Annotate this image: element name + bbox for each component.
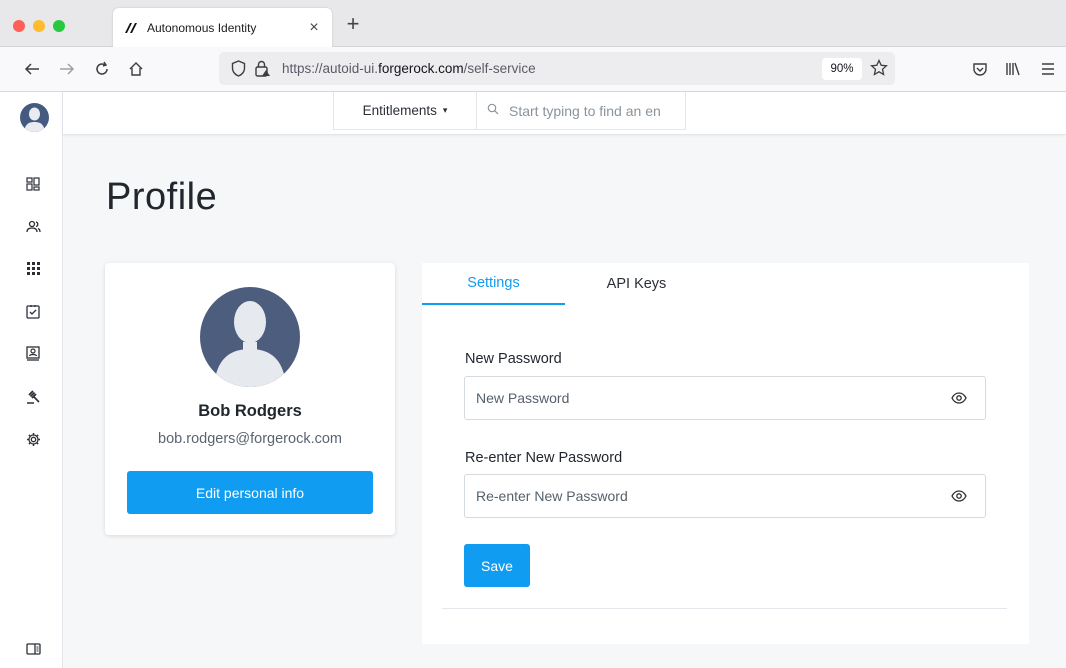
new-password-label: New Password (465, 351, 562, 367)
profile-avatar (200, 287, 300, 387)
app-topbar: Entitlements ▾ (63, 92, 1066, 135)
address-bar[interactable]: https://autoid-ui.forgerock.com/self-ser… (219, 52, 895, 85)
reload-icon[interactable] (90, 57, 114, 81)
apps-icon[interactable] (24, 259, 42, 277)
bookmark-star-icon[interactable] (870, 58, 888, 82)
close-tab-icon[interactable]: × (306, 19, 322, 37)
rules-gavel-icon[interactable] (24, 387, 42, 405)
url-domain: forgerock.com (378, 61, 464, 76)
tab-strip: Autonomous Identity × + (0, 0, 1066, 47)
library-icon[interactable] (1001, 57, 1025, 81)
tab-api-keys[interactable]: API Keys (565, 263, 708, 305)
caret-down-icon: ▾ (442, 105, 448, 115)
back-icon[interactable] (20, 57, 44, 81)
url-text[interactable]: https://autoid-ui.forgerock.com/self-ser… (282, 61, 536, 76)
new-password-input[interactable] (476, 390, 936, 406)
pocket-icon[interactable] (968, 57, 992, 81)
forward-icon[interactable] (55, 57, 79, 81)
navigation-bar: https://autoid-ui.forgerock.com/self-ser… (0, 47, 1066, 92)
panel-toggle-icon[interactable] (24, 640, 42, 658)
settings-card: Settings API Keys New Password Re-enter … (422, 263, 1029, 644)
home-icon[interactable] (124, 57, 148, 81)
entity-search[interactable] (477, 92, 686, 130)
dashboard-icon[interactable] (24, 175, 42, 193)
reenter-password-field[interactable] (464, 474, 986, 518)
entity-type-label: Entitlements (362, 103, 437, 118)
tab-title: Autonomous Identity (147, 20, 257, 35)
browser-window: Autonomous Identity × + https://autoid-u… (0, 0, 1066, 668)
show-reenter-password-eye-icon[interactable] (951, 489, 967, 503)
url-prefix: https://autoid-ui. (282, 61, 379, 76)
lock-icon[interactable] (254, 60, 271, 82)
profile-name: Bob Rodgers (198, 402, 302, 420)
search-icon (487, 102, 499, 120)
zoom-level-badge[interactable]: 90% (822, 58, 862, 80)
save-button[interactable]: Save (464, 544, 530, 587)
profile-email: bob.rodgers@forgerock.com (158, 431, 342, 447)
entity-type-dropdown[interactable]: Entitlements ▾ (333, 92, 477, 130)
reenter-password-label: Re-enter New Password (465, 450, 623, 466)
form-divider (442, 608, 1007, 609)
show-password-eye-icon[interactable] (951, 391, 967, 405)
close-window-button[interactable] (13, 20, 25, 32)
reenter-password-input[interactable] (476, 488, 936, 504)
identities-icon[interactable] (24, 344, 42, 362)
app-sidebar (0, 92, 63, 668)
new-password-field[interactable] (464, 376, 986, 420)
browser-tab[interactable]: Autonomous Identity × (113, 8, 332, 47)
tasks-icon[interactable] (24, 302, 42, 320)
profile-card: Bob Rodgers bob.rodgers@forgerock.com Ed… (105, 263, 395, 535)
page-title: Profile (106, 176, 218, 218)
new-tab-button[interactable]: + (343, 13, 363, 35)
url-path: /self-service (463, 61, 536, 76)
users-icon[interactable] (24, 217, 42, 235)
forgerock-logo-icon (123, 20, 139, 36)
shield-icon[interactable] (231, 60, 246, 82)
tab-settings[interactable]: Settings (422, 263, 565, 305)
user-avatar[interactable] (20, 103, 49, 132)
settings-gear-icon[interactable] (24, 430, 42, 448)
minimize-window-button[interactable] (33, 20, 45, 32)
menu-hamburger-icon[interactable] (1036, 57, 1060, 81)
edit-personal-info-button[interactable]: Edit personal info (127, 471, 373, 514)
zoom-window-button[interactable] (53, 20, 65, 32)
entity-search-input[interactable] (509, 102, 679, 119)
